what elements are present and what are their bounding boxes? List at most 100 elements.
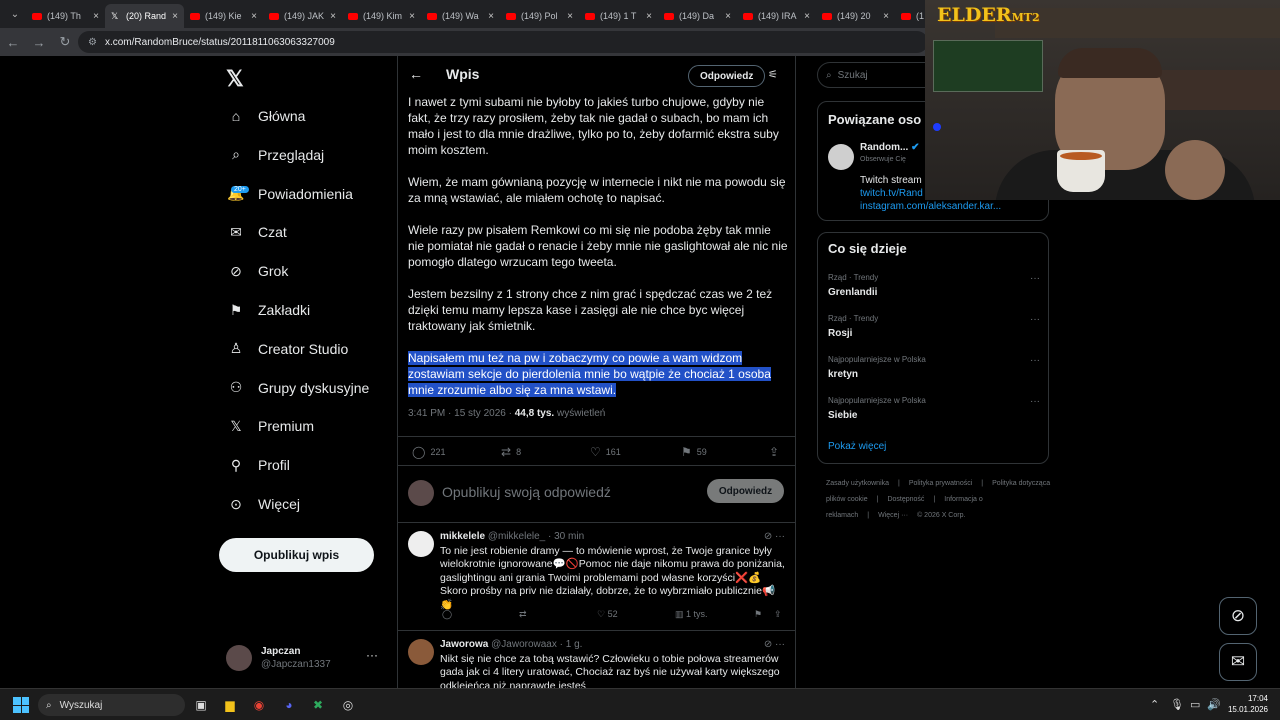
sidebar-item-creator[interactable]: ♙ Creator Studio	[226, 331, 396, 367]
share-action[interactable]: ⇪	[769, 445, 784, 459]
trend-item[interactable]: Najpopularniejsze w Polska kretyn ···	[828, 355, 1040, 380]
tray-chevron-icon[interactable]: ⌃	[1150, 698, 1159, 711]
sidebar-item-grok[interactable]: ⊘ Grok	[226, 253, 396, 289]
browser-tab[interactable]: (149) Kie ×	[184, 4, 263, 28]
reply-text: To nie jest robienie dramy — to mówienie…	[440, 545, 785, 611]
system-clock[interactable]: 17:04 15.01.2026	[1225, 693, 1268, 715]
post-button[interactable]: Opublikuj wpis	[219, 538, 374, 572]
sliders-icon[interactable]: ⚟	[768, 68, 778, 81]
share-icon[interactable]: ⇪	[774, 609, 782, 620]
browser-tab[interactable]: 𝕏 (20) Rand ×	[105, 4, 184, 28]
trend-menu-icon[interactable]: ···	[1030, 314, 1040, 325]
close-tab-icon[interactable]: ×	[725, 11, 731, 22]
taskbar-search[interactable]: ⌕ Wyszukaj	[38, 694, 185, 716]
footer-link[interactable]: Więcej ···	[878, 512, 908, 519]
bookmark-action[interactable]: ⚑ 59	[681, 445, 707, 459]
tab-title: (149) Kim	[363, 11, 403, 21]
footer-link[interactable]: © 2026 X Corp.	[917, 512, 965, 519]
reply-author[interactable]: Jaworowa	[440, 639, 488, 650]
browser-tab[interactable]: (149) Kim ×	[342, 4, 421, 28]
trend-item[interactable]: Rząd · Trendy Rosji ···	[828, 314, 1040, 339]
more-dots-icon[interactable]: ···	[366, 648, 378, 662]
trend-menu-icon[interactable]: ···	[1030, 273, 1040, 284]
trend-item[interactable]: Rząd · Trendy Grenlandii ···	[828, 273, 1040, 298]
close-tab-icon[interactable]: ×	[646, 11, 652, 22]
back-nav-icon[interactable]: ←	[0, 35, 26, 50]
sidebar-item-home[interactable]: ⌂ Główna	[226, 98, 396, 134]
windows-start-icon[interactable]	[13, 697, 29, 713]
browser-tab[interactable]: (149) 20 ×	[816, 4, 895, 28]
reply-input[interactable]: Opublikuj swoją odpowiedź	[442, 484, 611, 500]
reload-icon[interactable]: ↻	[52, 34, 78, 50]
microphone-icon[interactable]: 🎙	[1170, 698, 1184, 711]
show-more-link[interactable]: Pokaż więcej	[828, 441, 886, 452]
excel-icon[interactable]: ✖	[308, 695, 328, 715]
sidebar-item-bookmark[interactable]: ⚑ Zakładki	[226, 292, 396, 328]
trend-item[interactable]: Najpopularniejsze w Polska Siebie ···	[828, 396, 1040, 421]
close-tab-icon[interactable]: ×	[330, 11, 336, 22]
sidebar-item-more[interactable]: ⊙ Więcej	[226, 486, 396, 522]
display-icon[interactable]: ▭	[1190, 698, 1200, 711]
discord-icon[interactable]: ◕	[279, 695, 299, 715]
close-tab-icon[interactable]: ×	[93, 11, 99, 22]
file-explorer-icon[interactable]: ▆	[220, 695, 240, 715]
chat-fab-icon[interactable]: ✉	[1219, 643, 1257, 681]
close-tab-icon[interactable]: ×	[883, 11, 889, 22]
footer-link[interactable]: Polityka prywatności	[909, 480, 972, 487]
footer-link[interactable]: Dostępność	[887, 496, 924, 503]
x-logo-icon[interactable]: 𝕏	[226, 66, 244, 92]
close-tab-icon[interactable]: ×	[251, 11, 257, 22]
obs-icon[interactable]: ◎	[338, 695, 358, 715]
browser-tab[interactable]: (149) Pol ×	[500, 4, 579, 28]
chrome-icon[interactable]: ◉	[249, 695, 269, 715]
volume-icon[interactable]: 🔊	[1207, 698, 1221, 711]
close-tab-icon[interactable]: ×	[804, 11, 810, 22]
account-switcher[interactable]: Japczan @Japczan1337 ···	[226, 642, 386, 674]
related-user-name[interactable]: Random... ✔	[860, 142, 920, 153]
header-reply-button[interactable]: Odpowiedz	[688, 65, 766, 87]
grok-fab-icon[interactable]: ⊘	[1219, 597, 1257, 635]
browser-tab[interactable]: (149) Da ×	[658, 4, 737, 28]
reply-menu-icon[interactable]: ⊘ ···	[764, 531, 785, 542]
close-tab-icon[interactable]: ×	[172, 11, 178, 22]
browser-tab[interactable]: (149) IRA ×	[737, 4, 816, 28]
compose-reply-button[interactable]: Odpowiedz	[707, 479, 784, 503]
reply-author[interactable]: mikkelele	[440, 531, 485, 542]
browser-tab[interactable]: (149) Th ×	[26, 4, 105, 28]
sidebar-item-search[interactable]: ⌕ Przeglądaj	[226, 137, 396, 173]
site-info-icon[interactable]: ⚙	[88, 37, 97, 48]
avatar[interactable]	[828, 144, 854, 170]
post-time[interactable]: 3:41 PM · 15 sty 2026 ·	[408, 408, 515, 419]
browser-tab[interactable]: (149) Wa ×	[421, 4, 500, 28]
task-view-icon[interactable]: ▣	[191, 695, 211, 715]
bio-link[interactable]: instagram.com/aleksander.kar...	[860, 200, 1001, 213]
reply-item[interactable]: Jaworowa @Jaworowaax · 1 g. ⊘ ··· Nikt s…	[398, 631, 795, 688]
trend-menu-icon[interactable]: ···	[1030, 396, 1040, 407]
views-action[interactable]: ▥ 1 tys.	[675, 609, 708, 620]
trend-menu-icon[interactable]: ···	[1030, 355, 1040, 366]
browser-tab[interactable]: (149) 1 T ×	[579, 4, 658, 28]
close-tab-icon[interactable]: ×	[488, 11, 494, 22]
forward-nav-icon[interactable]: →	[26, 35, 52, 50]
reply-menu-icon[interactable]: ⊘ ···	[764, 639, 785, 650]
close-tab-icon[interactable]: ×	[409, 11, 415, 22]
url-field[interactable]: ⚙ x.com/RandomBruce/status/2011811063063…	[78, 31, 928, 53]
back-arrow-icon[interactable]: ←	[409, 66, 423, 82]
reply-item[interactable]: mikkelele @mikkelele_ · 30 min ⊘ ··· To …	[398, 523, 795, 631]
sidebar-item-mail[interactable]: ✉ Czat	[226, 214, 396, 250]
like-action[interactable]: ♡ 52	[597, 609, 618, 620]
repost-icon[interactable]: ⇄	[519, 609, 527, 620]
tab-search-dropdown-icon[interactable]: ⌄	[4, 3, 26, 25]
close-tab-icon[interactable]: ×	[567, 11, 573, 22]
bookmark-icon[interactable]: ⚑	[754, 609, 762, 620]
browser-tab[interactable]: (149) JAK ×	[263, 4, 342, 28]
sidebar-item-person[interactable]: ⚲ Profil	[226, 447, 396, 483]
footer-link[interactable]: Zasady użytkownika	[826, 480, 889, 487]
sidebar-item-people[interactable]: ⚇ Grupy dyskusyjne	[226, 370, 396, 406]
repost-action[interactable]: ⇄ 8	[501, 445, 521, 459]
reply-action[interactable]: ◯ 221	[412, 445, 445, 459]
like-action[interactable]: ♡ 161	[590, 445, 621, 459]
sidebar-item-x[interactable]: 𝕏 Premium	[226, 408, 396, 444]
sidebar-item-bell[interactable]: 🔔 20+ Powiadomienia	[226, 176, 396, 212]
comment-icon[interactable]: ◯	[442, 609, 452, 620]
